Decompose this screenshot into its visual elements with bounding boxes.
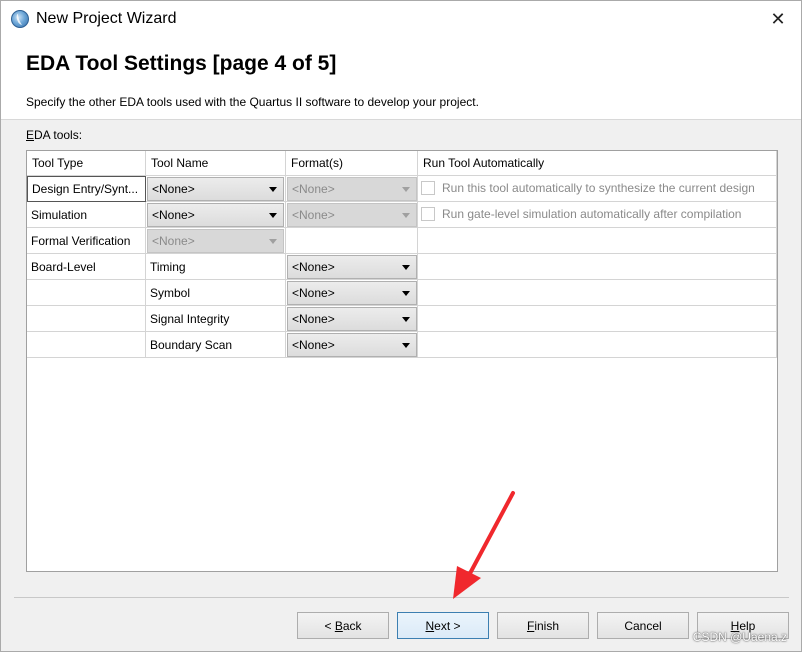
new-project-wizard-window: New Project Wizard ✕ EDA Tool Settings [… <box>0 0 802 652</box>
column-header-run-tool-automatically[interactable]: Run Tool Automatically <box>418 151 777 176</box>
wizard-header: EDA Tool Settings [page 4 of 5] Specify … <box>1 38 801 120</box>
page-description: Specify the other EDA tools used with th… <box>26 95 479 109</box>
tool-type-board-level-empty <box>27 306 146 332</box>
dropdown-value: <None> <box>292 182 335 196</box>
title-bar: New Project Wizard ✕ <box>1 1 801 38</box>
back-button-rest: ack <box>342 618 362 633</box>
checkbox-label: Run gate-level simulation automatically … <box>442 207 742 221</box>
chevron-down-icon <box>402 317 410 322</box>
format-dropdown-symbol[interactable]: <None> <box>287 281 417 305</box>
column-header-formats[interactable]: Format(s) <box>286 151 418 176</box>
next-button-rest: ext > <box>434 618 461 633</box>
tool-name-dropdown-design-entry[interactable]: <None> <box>147 177 284 201</box>
format-dropdown-boundary-scan[interactable]: <None> <box>287 333 417 357</box>
column-header-tool-name[interactable]: Tool Name <box>146 151 286 176</box>
format-cell-boundary-scan: <None> <box>286 332 418 358</box>
dropdown-value: <None> <box>152 182 195 196</box>
tool-name-boundary-scan: Boundary Scan <box>146 332 286 358</box>
checkbox-box <box>421 207 435 221</box>
dropdown-value: <None> <box>292 286 335 300</box>
run-synthesis-automatically-checkbox[interactable]: Run this tool automatically to synthesiz… <box>421 181 775 195</box>
tool-type-board-level-empty <box>27 280 146 306</box>
chevron-down-icon <box>402 291 410 296</box>
tool-name-cell-design-entry: <None> <box>146 176 286 202</box>
tool-name-timing: Timing <box>146 254 286 280</box>
run-cell-simulation: Run gate-level simulation automatically … <box>418 202 777 228</box>
format-cell-symbol: <None> <box>286 280 418 306</box>
chevron-down-icon <box>402 213 410 218</box>
csdn-watermark: CSDN @Uaena.z <box>692 630 787 644</box>
tool-name-cell-formal-verification: <None> <box>146 228 286 254</box>
footer-divider <box>14 597 789 598</box>
run-cell-timing <box>418 254 777 280</box>
tool-type-design-entry[interactable]: Design Entry/Synt... <box>27 176 146 202</box>
dropdown-value: <None> <box>292 338 335 352</box>
quartus-app-icon <box>11 10 29 28</box>
page-title: EDA Tool Settings [page 4 of 5] <box>26 52 337 75</box>
back-button-prefix: < <box>324 618 335 633</box>
dropdown-value: <None> <box>152 234 195 248</box>
checkbox-box <box>421 181 435 195</box>
next-button-mnemonic: N <box>425 618 435 633</box>
format-cell-formal-verification <box>286 228 418 254</box>
tool-name-signal-integrity: Signal Integrity <box>146 306 286 332</box>
format-dropdown-signal-integrity[interactable]: <None> <box>287 307 417 331</box>
tool-type-board-level[interactable]: Board-Level <box>27 254 146 280</box>
format-cell-simulation: <None> <box>286 202 418 228</box>
run-cell-boundary-scan <box>418 332 777 358</box>
eda-tools-table: Tool Type Tool Name Format(s) Run Tool A… <box>26 150 778 572</box>
window-title: New Project Wizard <box>36 10 177 27</box>
back-button-mnemonic: B <box>334 618 343 633</box>
finish-button[interactable]: Finish <box>497 612 589 639</box>
tool-name-dropdown-formal-verification[interactable]: <None> <box>147 229 284 253</box>
run-cell-symbol <box>418 280 777 306</box>
finish-button-mnemonic: F <box>526 618 535 633</box>
run-cell-design-entry: Run this tool automatically to synthesiz… <box>418 176 777 202</box>
next-button[interactable]: Next > <box>397 612 489 639</box>
back-button[interactable]: < Back <box>297 612 389 639</box>
tool-type-simulation[interactable]: Simulation <box>27 202 146 228</box>
tool-type-formal-verification[interactable]: Formal Verification <box>27 228 146 254</box>
format-cell-design-entry: <None> <box>286 176 418 202</box>
dropdown-value: <None> <box>292 208 335 222</box>
tool-name-cell-simulation: <None> <box>146 202 286 228</box>
chevron-down-icon <box>402 265 410 270</box>
close-button[interactable]: ✕ <box>755 1 801 38</box>
tool-name-dropdown-simulation[interactable]: <None> <box>147 203 284 227</box>
format-dropdown-timing[interactable]: <None> <box>287 255 417 279</box>
chevron-down-icon <box>269 239 277 244</box>
format-cell-timing: <None> <box>286 254 418 280</box>
dropdown-value: <None> <box>152 208 195 222</box>
format-dropdown-design-entry[interactable]: <None> <box>287 177 417 201</box>
run-cell-signal-integrity <box>418 306 777 332</box>
chevron-down-icon <box>402 343 410 348</box>
tool-type-board-level-empty <box>27 332 146 358</box>
run-gate-level-simulation-checkbox[interactable]: Run gate-level simulation automatically … <box>421 207 775 221</box>
format-dropdown-simulation[interactable]: <None> <box>287 203 417 227</box>
format-cell-signal-integrity: <None> <box>286 306 418 332</box>
eda-tools-label: EDA tools: <box>26 128 82 142</box>
cancel-button[interactable]: Cancel <box>597 612 689 639</box>
run-cell-formal-verification <box>418 228 777 254</box>
checkbox-label: Run this tool automatically to synthesiz… <box>442 181 755 195</box>
eda-tools-label-rest: DA tools: <box>34 128 83 142</box>
eda-tools-label-mnemonic: E <box>26 128 35 142</box>
chevron-down-icon <box>402 187 410 192</box>
tool-name-symbol: Symbol <box>146 280 286 306</box>
dropdown-value: <None> <box>292 260 335 274</box>
chevron-down-icon <box>269 213 277 218</box>
finish-button-rest: inish <box>534 618 560 633</box>
dropdown-value: <None> <box>292 312 335 326</box>
chevron-down-icon <box>269 187 277 192</box>
column-header-tool-type[interactable]: Tool Type <box>27 151 146 176</box>
